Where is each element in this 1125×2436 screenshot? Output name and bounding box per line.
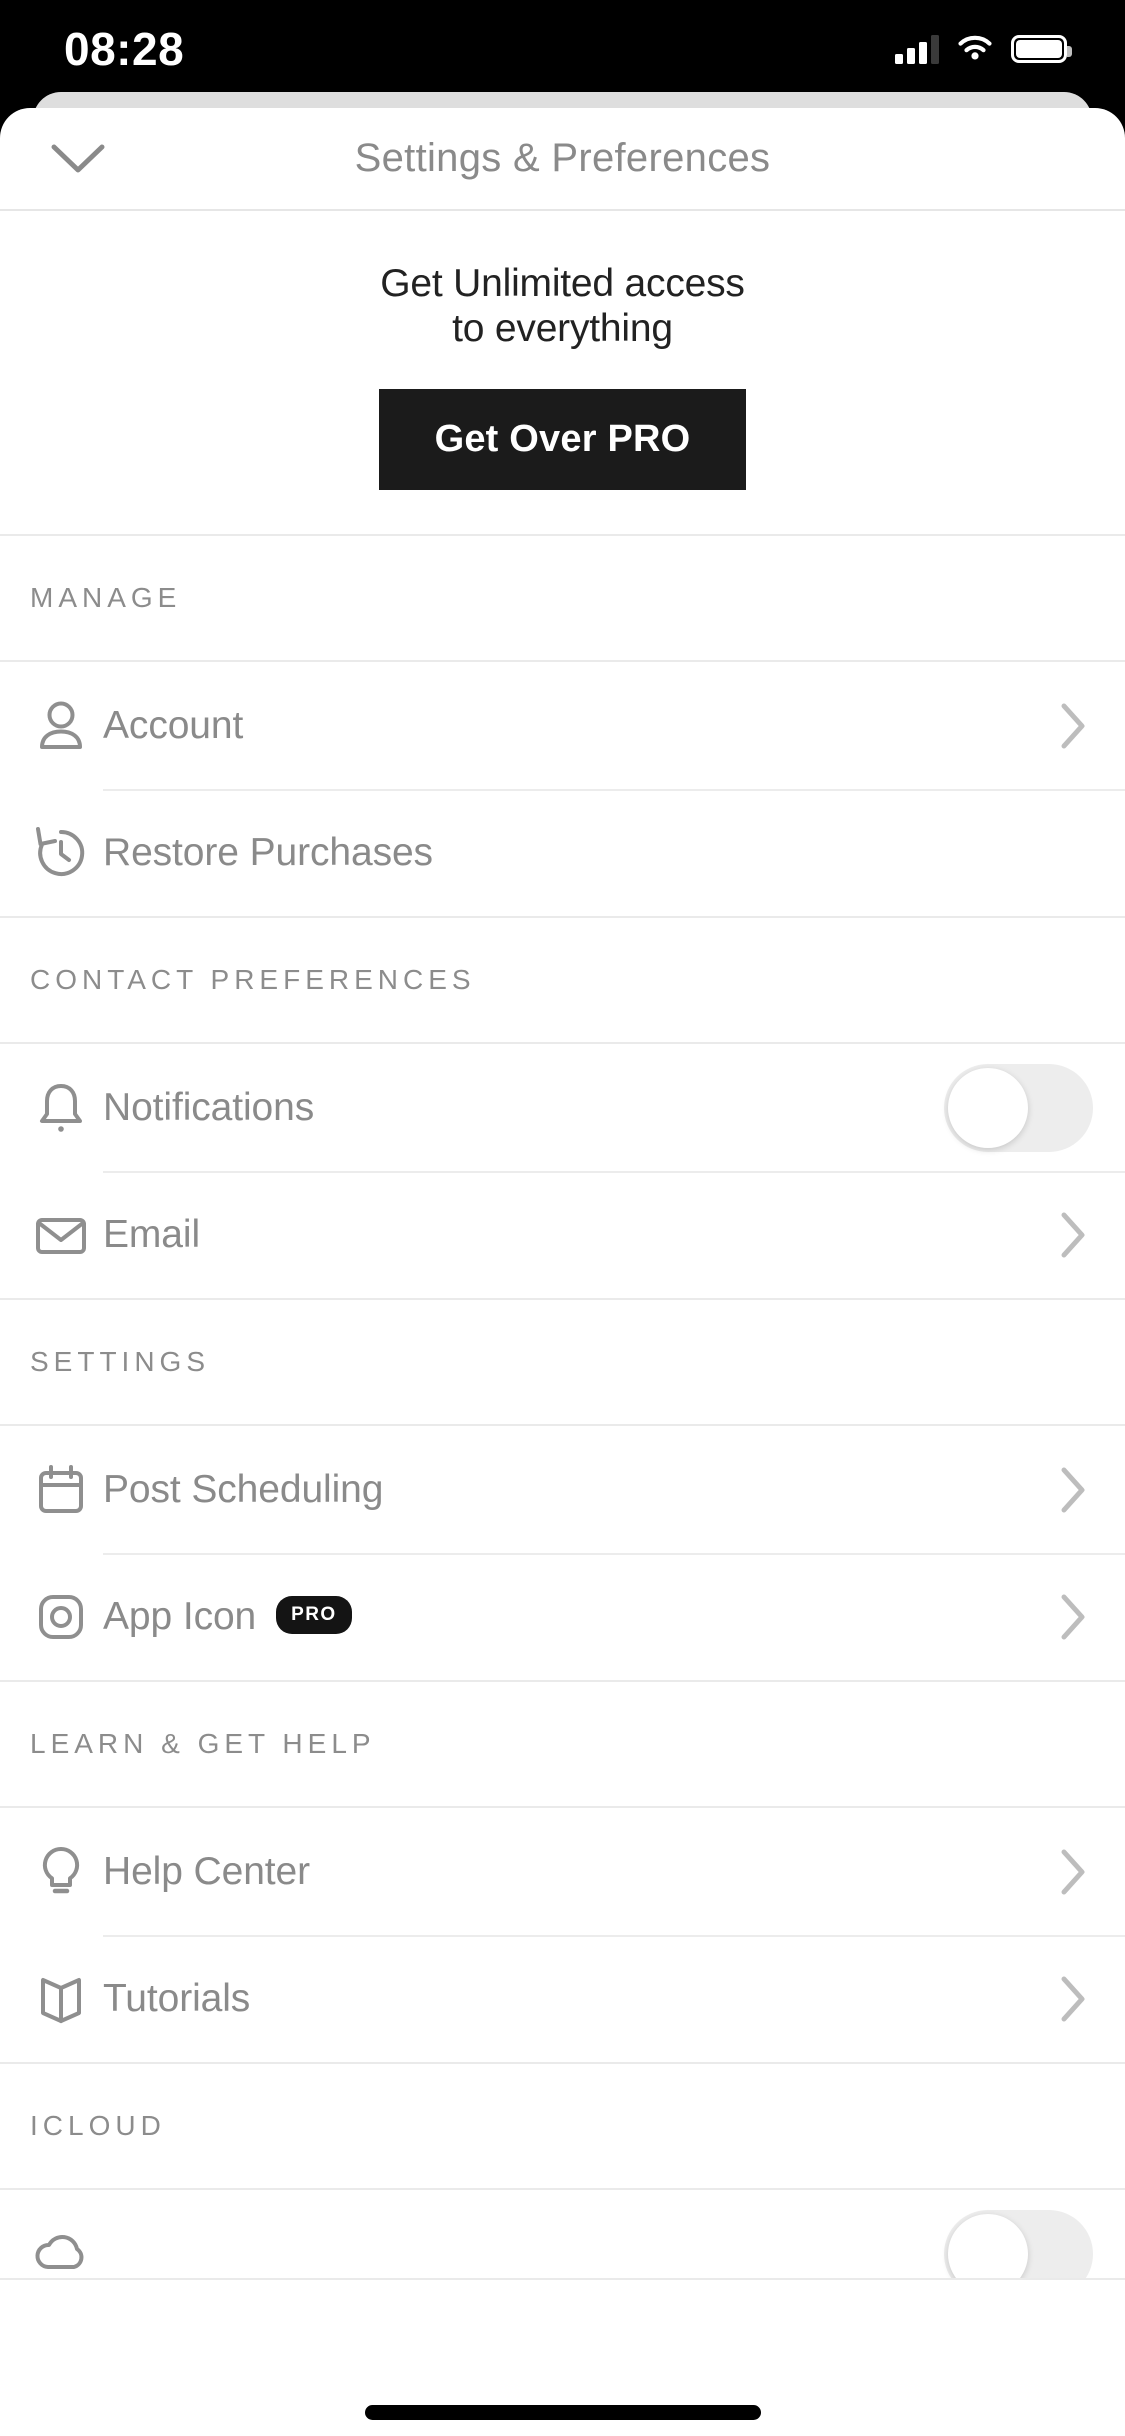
chevron-right-icon [1059, 1975, 1087, 2023]
calendar-icon [30, 1459, 103, 1521]
promo-line-1: Get Unlimited access [380, 262, 745, 305]
chevron-right-icon [1059, 1593, 1087, 1641]
status-bar-indicators [895, 34, 1072, 64]
row-restore-purchases[interactable]: Restore Purchases [0, 789, 1125, 916]
row-app-icon[interactable]: App Icon PRO [0, 1553, 1125, 1680]
section-header-manage: MANAGE [0, 536, 1125, 663]
row-label: Notifications [103, 1085, 315, 1129]
section-body-contact-preferences: Notifications Email [0, 1044, 1125, 1301]
app-icon-square-icon [30, 1586, 103, 1648]
row-account[interactable]: Account [0, 662, 1125, 789]
pro-upsell-banner: Get Unlimited access to everything Get O… [0, 211, 1125, 537]
get-over-pro-button[interactable]: Get Over PRO [378, 389, 747, 491]
restore-clock-icon [30, 822, 103, 884]
row-notifications[interactable]: Notifications [0, 1044, 1125, 1171]
chevron-right-icon [1059, 1848, 1087, 1896]
person-icon [30, 695, 103, 757]
envelope-icon [30, 1204, 103, 1266]
status-bar-time: 08:28 [64, 23, 185, 75]
battery-icon [1011, 35, 1072, 63]
row-label: Account [103, 703, 244, 747]
toggle-knob [948, 1067, 1028, 1148]
row-label: Email [103, 1212, 201, 1256]
chevron-right-icon [1059, 702, 1087, 750]
section-header-icloud: ICLOUD [0, 2064, 1125, 2191]
phone-screen: 08:28 Settings & Preferences Get Unlimit… [0, 0, 1125, 2436]
book-icon [30, 1968, 103, 2030]
row-help-center[interactable]: Help Center [0, 1808, 1125, 1935]
icloud-toggle[interactable] [944, 2209, 1093, 2279]
toggle-knob [948, 2213, 1028, 2279]
row-label: Post Scheduling [103, 1467, 384, 1511]
section-body-learn-get-help: Help Center Tutorials [0, 1808, 1125, 2065]
lightbulb-icon [30, 1841, 103, 1903]
row-label: App Icon [103, 1594, 257, 1638]
section-header-settings: SETTINGS [0, 1300, 1125, 1427]
cellular-signal-icon [895, 34, 939, 64]
row-post-scheduling[interactable]: Post Scheduling [0, 1426, 1125, 1553]
section-body-settings: Post Scheduling App Icon PRO [0, 1426, 1125, 1683]
chevron-down-icon[interactable] [36, 117, 120, 201]
status-bar: 08:28 [0, 0, 1125, 98]
bell-icon [30, 1077, 103, 1139]
promo-line-2: to everything [452, 307, 673, 351]
cloud-icon [30, 2223, 103, 2279]
row-label: Tutorials [103, 1976, 251, 2020]
row-email[interactable]: Email [0, 1171, 1125, 1298]
notifications-toggle[interactable] [944, 1063, 1093, 1152]
section-body-manage: Account Restore Purchases [0, 662, 1125, 919]
section-body-icloud [0, 2190, 1125, 2281]
pro-badge: PRO [276, 1595, 352, 1634]
section-header-learn-get-help: LEARN & GET HELP [0, 1682, 1125, 1809]
row-label: Restore Purchases [103, 830, 433, 874]
page-title: Settings & Preferences [354, 136, 771, 180]
home-indicator [364, 2405, 761, 2420]
chevron-right-icon [1059, 1466, 1087, 1514]
sheet-header: Settings & Preferences [0, 108, 1125, 211]
row-label: Help Center [103, 1849, 311, 1893]
settings-sheet: Settings & Preferences Get Unlimited acc… [0, 108, 1125, 2436]
section-header-contact-preferences: CONTACT PREFERENCES [0, 918, 1125, 1045]
row-icloud-sync[interactable] [0, 2190, 1125, 2279]
wifi-icon [958, 35, 992, 60]
chevron-right-icon [1059, 1211, 1087, 1259]
row-tutorials[interactable]: Tutorials [0, 1935, 1125, 2062]
